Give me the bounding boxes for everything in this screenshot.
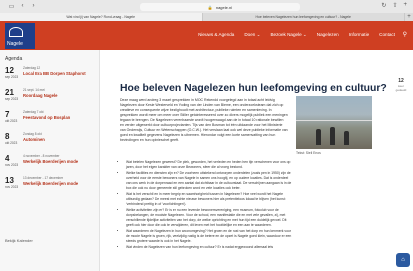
- menu-item-informatie[interactable]: Informatie: [349, 32, 369, 38]
- agenda-calendar-link[interactable]: Bekijk Kalender: [5, 238, 33, 243]
- reload-icon[interactable]: ↻: [381, 2, 386, 9]
- agenda-event[interactable]: 8 okt 2023 Zondag 8 okt Autominen: [5, 130, 97, 148]
- page-body: Agenda 12 sep 2023 Zaterdag 12 Local Era…: [0, 50, 413, 271]
- share-counter[interactable]: 12 keer gedeeld: [395, 78, 407, 92]
- list-item: Wat betelen Nagelezen geweest? De plek, …: [126, 160, 292, 170]
- list-item: Welke facilities en diensten zijn er? De…: [126, 171, 292, 191]
- event-month: nov 2023: [5, 185, 19, 189]
- photo-figure: [330, 127, 335, 145]
- event-day: 21: [5, 88, 14, 97]
- address-bar[interactable]: 🔒 nagele.nl: [140, 3, 300, 11]
- photo-figure: [344, 131, 349, 145]
- page-title: Hoe beleven Nagelezen hun leefomgeving e…: [120, 83, 387, 94]
- event-day: 4: [5, 154, 10, 163]
- main-menu: Nieuws & Agenda Doen ⌄ Bezoek Nagele ⌄ N…: [198, 32, 395, 38]
- event-month: sep 2023: [5, 97, 19, 101]
- browser-toolbar: ▭ ‹ › 🔒 nagele.nl ↻ ⇧ +: [0, 0, 413, 13]
- event-day: 8: [5, 132, 10, 141]
- event-day: 13: [5, 176, 14, 185]
- logo-text: Nagele: [7, 41, 23, 47]
- event-month: nov 2023: [5, 163, 19, 167]
- logo-mark-icon: [9, 27, 23, 37]
- share-icon[interactable]: ⇧: [392, 2, 397, 9]
- list-item: Wat is het verschil en in meer begrip en…: [126, 192, 292, 207]
- event-time: Zondag 8 okt: [23, 132, 42, 136]
- photo-figure: [316, 129, 321, 145]
- new-tab-icon[interactable]: +: [403, 2, 407, 9]
- menu-item-doen[interactable]: Doen ⌄: [244, 32, 260, 38]
- event-name[interactable]: Local Era BB Dorpen Staphorst: [23, 71, 86, 76]
- event-day: 12: [5, 66, 14, 75]
- agenda-title: Agenda: [5, 56, 23, 62]
- list-item: Welke activiteiten zijn er? Er is er nu …: [126, 208, 292, 228]
- event-time: Zaterdag 12: [23, 66, 41, 70]
- agenda-sidebar: Agenda 12 sep 2023 Zaterdag 12 Local Era…: [0, 50, 100, 271]
- event-time: 13 december - 17 december: [23, 176, 64, 180]
- tab-1[interactable]: Wat vind jij van Nagele? Rond-vraag - Na…: [0, 13, 203, 21]
- home-icon[interactable]: ⌂: [396, 253, 410, 267]
- address-text: nagele.nl: [215, 4, 233, 10]
- tab-2[interactable]: Hoe beleven Nagelezen hun leefomgeving e…: [203, 13, 405, 21]
- tab-strip: Wat vind jij van Nagele? Rond-vraag - Na…: [0, 13, 413, 21]
- event-time: 21 sept. 14 mei: [23, 88, 45, 92]
- browser-nav: ▭ ‹ ›: [0, 3, 37, 10]
- event-name[interactable]: Werkelijk Boerderijen mode: [23, 181, 78, 186]
- back-icon[interactable]: ‹: [19, 3, 26, 10]
- event-month: sep 2023: [5, 75, 19, 79]
- article: Hoe beleven Nagelezen hun leefomgeving e…: [108, 50, 398, 271]
- add-tab-icon[interactable]: +: [405, 13, 413, 21]
- menu-item-nieuws[interactable]: Nieuws & Agenda: [198, 32, 234, 38]
- event-month: okt 2023: [5, 141, 18, 145]
- menu-item-bezoek[interactable]: Bezoek Nagele ⌄: [270, 32, 306, 38]
- sidebar-toggle-icon[interactable]: ▭: [8, 3, 15, 10]
- tab-label: Wat vind jij van Nagele? Rond-vraag - Na…: [66, 15, 136, 19]
- list-item: Wat vinden de Nagelezen van hun leefomge…: [126, 245, 292, 250]
- event-time: Zaterdag 7 okt: [23, 110, 44, 114]
- event-day: 7: [5, 110, 10, 119]
- site-logo[interactable]: Nagele: [5, 23, 35, 49]
- browser-actions: ↻ ⇧ +: [381, 2, 407, 9]
- list-item: Wat waarderen de Nagelezen in hun woonom…: [126, 229, 292, 244]
- event-name[interactable]: Roordaag Nagele: [23, 93, 57, 98]
- site-header: Nagele Nieuws & Agenda Doen ⌄ Bezoek Nag…: [0, 21, 413, 50]
- agenda-event[interactable]: 12 sep 2023 Zaterdag 12 Local Era BB Dor…: [5, 64, 97, 82]
- photo-caption: Tekst: Sieli Enos: [296, 151, 321, 155]
- photo-rope: [296, 120, 372, 121]
- article-bullets: Wat betelen Nagelezen geweest? De plek, …: [122, 160, 292, 251]
- tab-label: Hoe beleven Nagelezen hun leefomgeving e…: [255, 15, 351, 19]
- lock-icon: 🔒: [207, 4, 213, 10]
- menu-item-contact[interactable]: Contact: [379, 32, 395, 38]
- share-label: keer gedeeld: [395, 84, 407, 92]
- event-name[interactable]: Werkelijk Boerderijen mode: [23, 159, 78, 164]
- agenda-event[interactable]: 4 nov 2023 4 november - 8 november Werke…: [5, 152, 97, 170]
- event-month: okt 2023: [5, 119, 18, 123]
- agenda-event[interactable]: 13 nov 2023 13 december - 17 december We…: [5, 174, 97, 192]
- event-time: 4 november - 8 november: [23, 154, 60, 158]
- search-icon[interactable]: ⚲: [403, 31, 407, 38]
- menu-item-nagelezen[interactable]: Nagelezen: [317, 32, 339, 38]
- event-name[interactable]: Autominen: [23, 137, 45, 142]
- article-lead: Deze maag werd andreg 3 maart gesprekken…: [120, 98, 288, 142]
- agenda-event[interactable]: 7 okt 2023 Zaterdag 7 okt Feestavond op …: [5, 108, 97, 126]
- article-photo: [296, 96, 372, 149]
- agenda-event[interactable]: 21 sep 2023 21 sept. 14 mei Roordaag Nag…: [5, 86, 97, 104]
- forward-icon[interactable]: ›: [30, 3, 37, 10]
- event-name[interactable]: Feestavond op Bosplan: [23, 115, 70, 120]
